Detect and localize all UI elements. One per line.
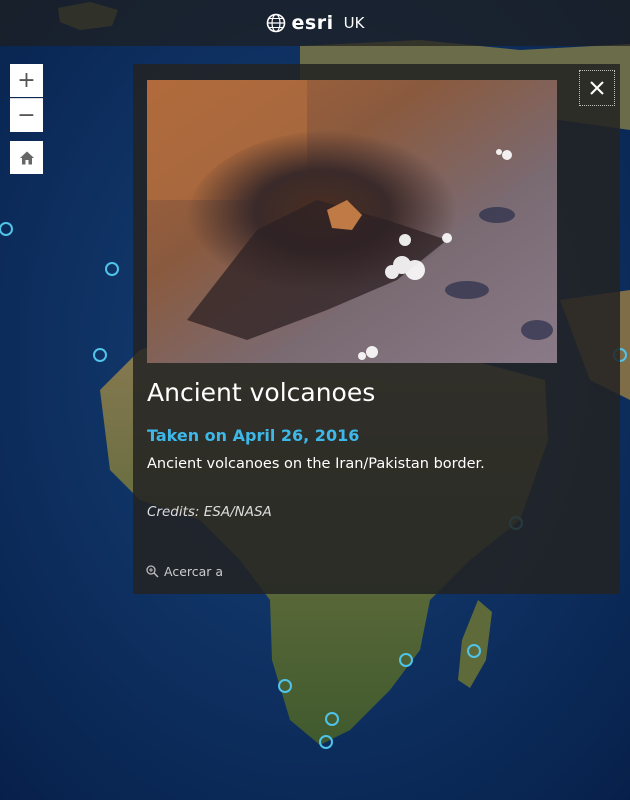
esri-logo[interactable]: esri UK [266,12,365,34]
minus-icon: − [17,103,36,128]
brand-region: UK [343,14,365,32]
home-button[interactable] [10,141,43,174]
globe-icon [266,13,285,33]
zoom-out-button[interactable]: − [10,98,43,132]
zoom-to-link[interactable]: Acercar a [146,564,223,579]
satellite-photo [147,80,557,363]
magnifier-plus-icon [146,565,159,578]
home-icon [19,151,34,164]
header-bar: esri UK [0,0,630,46]
popup-credits: Credits: ESA/NASA [147,504,272,520]
plus-icon: + [17,68,36,93]
popup-description: Ancient volcanoes on the Iran/Pakistan b… [147,456,485,472]
popup-date: Taken on April 26, 2016 [147,426,360,445]
close-button[interactable] [579,70,615,106]
zoom-to-label: Acercar a [164,564,224,579]
close-icon [590,81,604,95]
zoom-in-button[interactable]: + [10,64,43,97]
popup-title: Ancient volcanoes [147,378,376,407]
info-popup: Ancient volcanoes Taken on April 26, 201… [133,64,620,594]
brand-name: esri [291,12,334,34]
